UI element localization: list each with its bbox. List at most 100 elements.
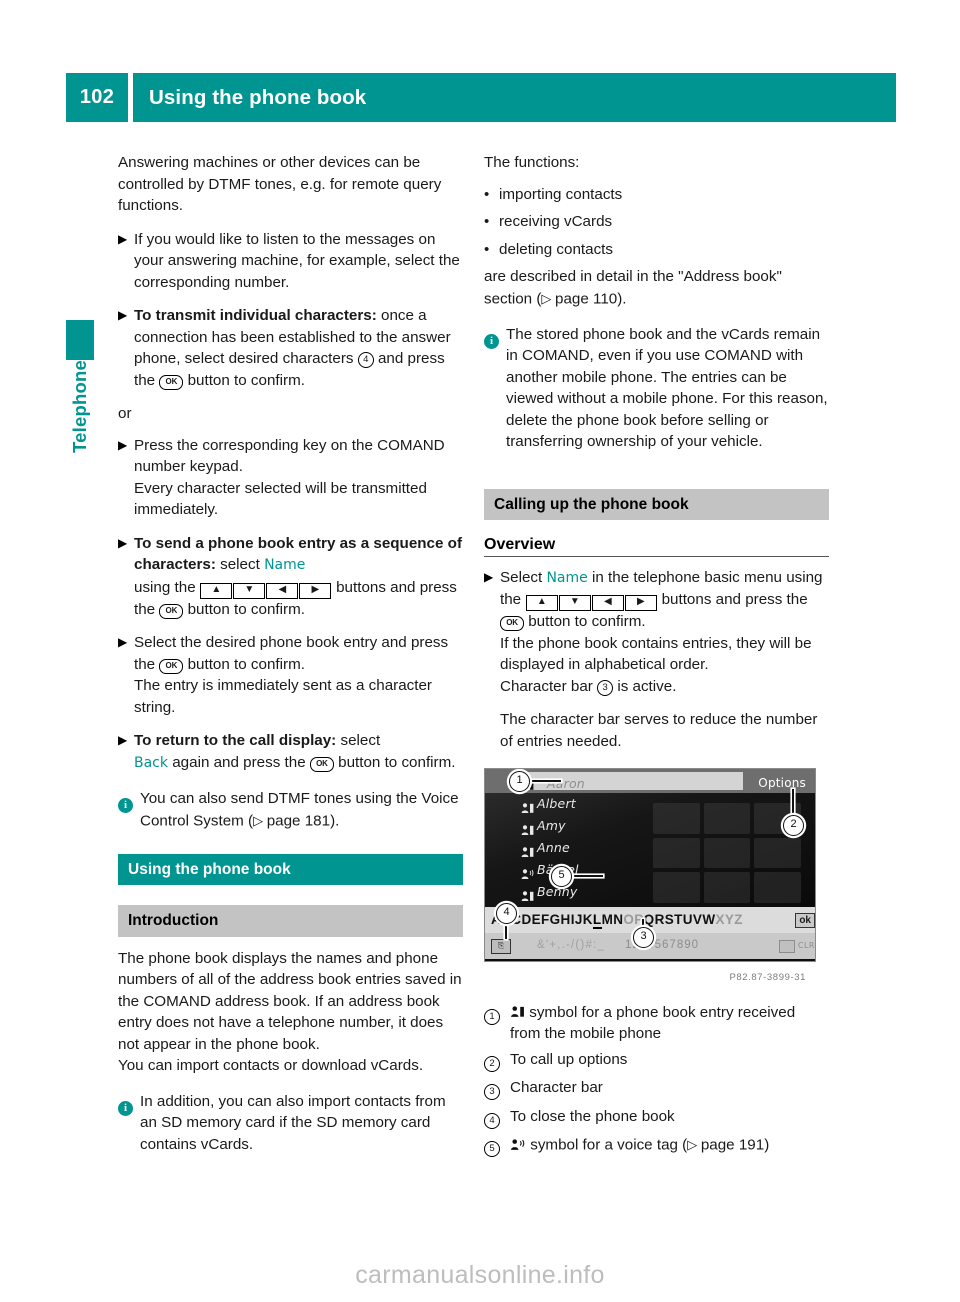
section-heading-calling-up-phone-book: Calling up the phone book [484,488,829,520]
page-number: 102 [66,73,128,122]
step-select-confirm: button to confirm. [187,655,305,673]
arrow-down-key-icon: ▼ [233,582,266,599]
leader-line-2 [792,789,794,817]
leader-line-1 [531,780,561,782]
arrow-down-key-icon: ▼ [558,595,591,611]
callout-number-2: 2 [484,1049,510,1074]
step-transmit-text-c: button to confirm. [187,371,305,389]
person-phone-icon [521,887,534,909]
charbar-purpose: The character bar serves to reduce the n… [500,711,818,750]
step-select-entry: ▶ Select the desired phone book entry an… [118,632,463,718]
legend-text-5b: ) [764,1136,770,1154]
note-stored-text: The stored phone book and the vCards rem… [506,325,828,451]
described-in-address-book: are described in detail in the "Address … [484,266,829,310]
character-bar-letters[interactable]: ABCDEFGHIJKLMNOPQRSTUVWXYZ [491,909,743,931]
step-arrow-icon: ▶ [118,308,128,322]
arrow-left-key-icon: ◀ [591,595,624,611]
list-item: • deleting contacts [484,239,829,261]
comand-screen: Aaron Options Albert Amy Anne Benny ABCD… [484,768,816,962]
ok-button-icon: OK [309,756,334,772]
step-transmit-characters: ▶ To transmit individual characters: onc… [118,305,463,391]
note-stored-phone-book: i The stored phone book and the vCards r… [484,324,829,453]
step-sequence-confirm: button to confirm. [187,600,305,618]
note-dtmf-text-b: ). [330,812,340,829]
list-item[interactable]: Amy [485,815,715,837]
step-arrow-icon: ▶ [118,635,128,649]
note-sd-text: In addition, you can also import contact… [140,1092,446,1153]
figure-legend: 1 symbol for a phone book entry received… [484,1002,829,1159]
intro-paragraph: Answering machines or other devices can … [118,154,442,214]
step-select-note: The entry is immediately sent as a chara… [134,677,432,716]
arrow-right-key-icon: ▶ [624,595,657,611]
section-heading-using-phone-book: Using the phone book [118,853,463,885]
callout-2: 2 [783,815,804,836]
legend-item-5: 5 symbol for a voice tag (▷ page 191) [484,1134,829,1159]
list-item[interactable]: Albert [485,793,715,815]
character-bar-ok-button[interactable]: ok [795,912,815,928]
options-button[interactable]: Options [758,773,806,795]
step-return-confirm: button to confirm. [338,753,456,771]
or-label: or [118,405,132,422]
legend-item-3: 3 Character bar [484,1077,829,1102]
step-arrow-icon: ▶ [118,231,128,246]
close-phone-book-icon[interactable]: ⎘ [491,938,511,954]
note-dtmf-pageref[interactable]: page 181 [267,812,330,829]
callout-number-5: 5 [484,1134,510,1159]
person-voice-icon [510,1137,530,1154]
list-item[interactable]: Bärbel [485,859,715,881]
page-ref-icon: ▷ [253,812,267,828]
page-title: Using the phone book [133,73,896,122]
info-icon: i [118,1091,140,1156]
phone-book-list[interactable]: Albert Amy Anne Benny [485,793,715,903]
subsection-heading-introduction: Introduction [118,905,463,937]
described-text-a: are described in detail in the "Address … [484,268,782,307]
step-select-name: ▶ Select Name in the telephone basic men… [484,567,829,698]
legend-text-2: To call up options [510,1050,628,1068]
callout-5: 5 [551,866,572,887]
list-item-label: Anne [537,840,570,855]
step-sequence-select: select [220,556,260,573]
menu-item-name[interactable]: Name [264,557,305,573]
info-icon: i [484,324,506,453]
callout-number-4: 4 [484,1106,510,1131]
list-item[interactable]: Benny [485,881,715,903]
step-send-sequence: ▶ To send a phone book entry as a sequen… [118,533,463,621]
chapter-tab-label: Telephone [69,360,90,453]
step-return-again: again and press the [172,753,306,771]
note-dtmf-voice-control: i You can also send DTMF tones using the… [118,788,463,832]
list-item: • receiving vCards [484,211,829,233]
legend-pageref-5[interactable]: page 191 [701,1137,764,1154]
clear-button[interactable]: CLR [778,935,815,957]
step-return-select: select [340,732,381,749]
charbar-note-a: Character bar [500,677,593,695]
info-icon: i [118,788,140,832]
step-sequence-using: using the [134,578,196,596]
menu-item-back[interactable]: Back [134,755,168,771]
heading-overview: Overview [484,534,829,557]
list-item[interactable]: Anne [485,837,715,859]
bullet-icon: • [484,213,490,230]
legend-item-4: 4 To close the phone book [484,1106,829,1131]
step-arrow-icon: ▶ [484,569,494,584]
step-select-a: Select [500,568,543,586]
functions-label: The functions: [484,154,580,171]
step-keypad-text: Press the corresponding key on the COMAN… [134,436,445,476]
right-column: The functions: • importing contacts • re… [484,152,829,1163]
list-item-label: Albert [537,796,576,811]
figure-caption: P82.87-3899-31 [729,972,806,983]
screen-list-area: Albert Amy Anne Benny [485,793,815,907]
list-item-label: Amy [537,818,566,833]
step-arrow-icon: ▶ [118,733,128,747]
left-column: Answering machines or other devices can … [118,152,463,1169]
described-pageref[interactable]: page 110 [555,290,617,307]
menu-item-name[interactable]: Name [546,570,587,586]
step-return-call-display: ▶ To return to the call display: select … [118,730,463,774]
note-sd-memory-card: i In addition, you can also import conta… [118,1091,463,1156]
step-select-d: button to confirm. [528,613,646,630]
callout-ref-4: 4 [357,352,374,368]
leader-line-5 [573,875,603,877]
arrow-up-key-icon: ▲ [525,595,558,611]
arrow-up-key-icon: ▲ [200,582,233,599]
space-key-icon[interactable] [778,939,795,953]
symbol-bar-symbols[interactable]: &'+,.-/()#:_ [537,935,605,957]
